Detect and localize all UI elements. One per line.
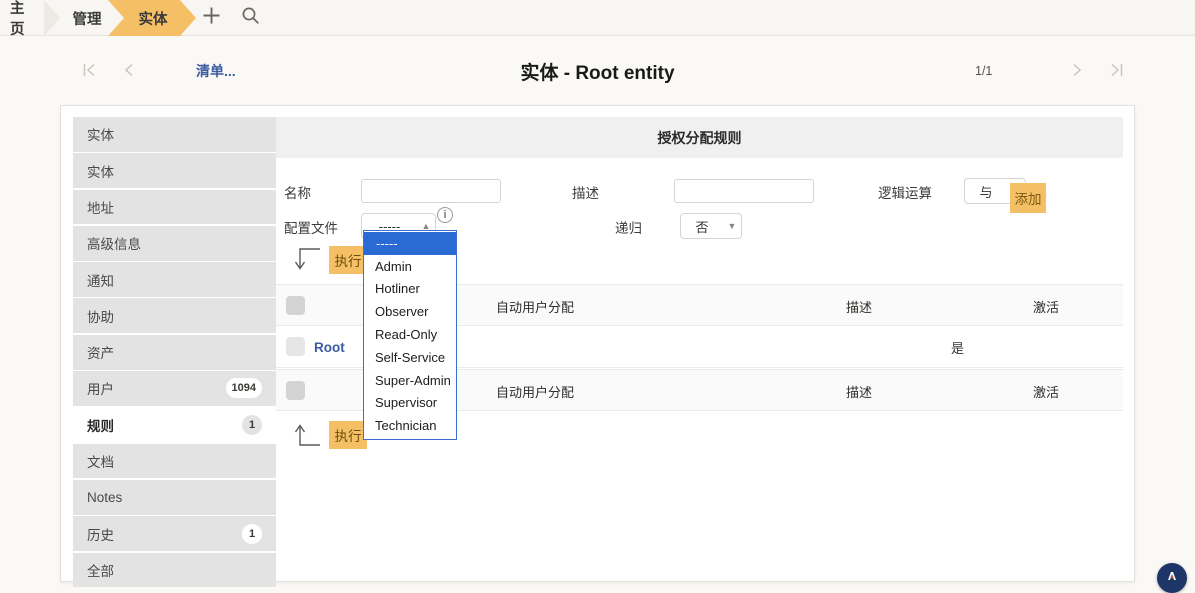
dropdown-option-3[interactable]: Observer bbox=[364, 300, 456, 323]
dropdown-option-7[interactable]: Supervisor bbox=[364, 392, 456, 415]
arrow-up-branch-icon bbox=[288, 421, 322, 449]
sidebar-item-badge: 1 bbox=[242, 523, 262, 544]
sidebar-item-label: 规则 bbox=[87, 418, 114, 434]
sidebar-item-label: 全部 bbox=[87, 563, 114, 579]
next-page-icon bbox=[1070, 59, 1084, 83]
sidebar-item-label: 高级信息 bbox=[87, 237, 141, 253]
profile-info-icon[interactable]: i bbox=[437, 207, 453, 223]
recursive-select[interactable]: 否 ▼ bbox=[680, 213, 742, 239]
cell-rule-active: 是 bbox=[951, 340, 965, 356]
dropdown-option-2[interactable]: Hotliner bbox=[364, 278, 456, 301]
breadcrumb-tab-bar: 主页 管理 实体 bbox=[0, 0, 1195, 38]
sidebar-item-label: 资产 bbox=[87, 346, 114, 362]
sidebar-item-6[interactable]: 资产 bbox=[73, 334, 276, 370]
column-header-auto-assign: 自动用户分配 bbox=[496, 299, 575, 315]
first-page-icon bbox=[82, 59, 96, 83]
select-all-checkbox-top[interactable] bbox=[286, 296, 305, 315]
logic-operator-value: 与 bbox=[979, 184, 993, 200]
dropdown-option-1[interactable]: Admin bbox=[364, 255, 456, 278]
search-icon bbox=[241, 6, 260, 30]
dropdown-option-4[interactable]: Read-Only bbox=[364, 323, 456, 346]
sidebar-item-label: 地址 bbox=[87, 200, 114, 216]
sidebar-item-1[interactable]: 实体 bbox=[73, 153, 276, 189]
list-link[interactable]: 清单... bbox=[196, 37, 236, 105]
info-glyph: i bbox=[443, 209, 447, 221]
page-counter: 1/1 bbox=[975, 64, 993, 78]
description-input[interactable] bbox=[674, 179, 814, 203]
sidebar-item-badge: 1094 bbox=[225, 378, 262, 399]
column-header-description: 描述 bbox=[846, 384, 873, 400]
description-label: 描述 bbox=[572, 186, 599, 201]
first-record-button[interactable] bbox=[72, 37, 106, 105]
dropdown-option-0[interactable]: ----- bbox=[364, 232, 456, 255]
dropdown-option-6[interactable]: Super-Admin bbox=[364, 369, 456, 392]
breadcrumb-label: 实体 bbox=[138, 11, 168, 28]
logic-operator-label: 逻辑运算 bbox=[878, 186, 932, 201]
sidebar-item-12[interactable]: 全部 bbox=[73, 552, 276, 588]
column-header-auto-assign: 自动用户分配 bbox=[496, 384, 575, 400]
name-input[interactable] bbox=[361, 179, 501, 203]
prev-record-button[interactable] bbox=[112, 37, 146, 105]
row-checkbox[interactable] bbox=[286, 337, 305, 356]
select-all-checkbox-bottom[interactable] bbox=[286, 381, 305, 400]
profile-label: 配置文件 bbox=[284, 221, 338, 236]
assistant-logo-icon bbox=[1165, 569, 1179, 588]
sidebar-item-0[interactable]: 实体 bbox=[73, 117, 276, 152]
sidebar-item-3[interactable]: 高级信息 bbox=[73, 225, 276, 261]
column-header-active: 激活 bbox=[1033, 384, 1060, 400]
breadcrumb-item-admin[interactable]: 管理 bbox=[62, 0, 112, 36]
record-navigation-header: 实体 - Root entity 清单... 1/1 bbox=[0, 37, 1195, 105]
sidebar-item-10[interactable]: Notes bbox=[73, 479, 276, 515]
execute-button-bottom[interactable]: 执行 bbox=[329, 421, 367, 449]
entity-sidebar: 实体 实体 地址 高级信息 通知 协助 资产 用户 1094 规则 1 文档 N… bbox=[73, 117, 276, 589]
add-tab-button[interactable] bbox=[194, 0, 228, 36]
arrow-down-branch-icon bbox=[288, 245, 322, 273]
cell-rule-name[interactable]: Root bbox=[314, 326, 345, 368]
sidebar-item-label: 文档 bbox=[87, 455, 114, 471]
last-record-button[interactable] bbox=[1100, 37, 1134, 105]
sidebar-item-8[interactable]: 规则 1 bbox=[73, 407, 276, 443]
column-header-description: 描述 bbox=[846, 299, 873, 315]
breadcrumb-item-entity[interactable]: 实体 bbox=[124, 0, 182, 36]
sidebar-item-4[interactable]: 通知 bbox=[73, 262, 276, 297]
sidebar-item-label: 历史 bbox=[87, 527, 114, 543]
sidebar-item-9[interactable]: 文档 bbox=[73, 443, 276, 479]
execute-button-top[interactable]: 执行 bbox=[329, 246, 367, 274]
column-header-active: 激活 bbox=[1033, 299, 1060, 315]
main-content-card: 实体 实体 地址 高级信息 通知 协助 资产 用户 1094 规则 1 文档 N… bbox=[60, 105, 1135, 588]
name-label: 名称 bbox=[284, 186, 311, 201]
recursive-label: 递归 bbox=[615, 221, 642, 236]
chevron-down-icon: ▼ bbox=[727, 221, 737, 231]
next-record-button[interactable] bbox=[1060, 37, 1094, 105]
sidebar-item-5[interactable]: 协助 bbox=[73, 298, 276, 334]
sidebar-item-2[interactable]: 地址 bbox=[73, 189, 276, 225]
profile-dropdown-list[interactable]: ----- Admin Hotliner Observer Read-Only … bbox=[363, 230, 457, 441]
dropdown-option-5[interactable]: Self-Service bbox=[364, 346, 456, 369]
panel-title: 授权分配规则 bbox=[276, 117, 1123, 158]
breadcrumb-label: 管理 bbox=[72, 11, 102, 28]
dropdown-option-8[interactable]: Technician bbox=[364, 414, 456, 437]
sidebar-item-label: 实体 bbox=[87, 128, 114, 144]
page-title: 实体 - Root entity bbox=[520, 62, 675, 84]
prev-page-icon bbox=[122, 59, 136, 83]
add-rule-button[interactable]: 添加 bbox=[1010, 183, 1046, 213]
recursive-value: 否 bbox=[695, 219, 709, 235]
sidebar-item-label: 实体 bbox=[87, 164, 114, 180]
assistant-fab-button[interactable] bbox=[1157, 563, 1187, 593]
breadcrumb-item-home[interactable]: 主页 bbox=[0, 0, 48, 38]
plus-icon bbox=[202, 6, 221, 30]
sidebar-item-11[interactable]: 历史 1 bbox=[73, 516, 276, 552]
breadcrumb-label: 主页 bbox=[10, 1, 25, 38]
sidebar-item-label: Notes bbox=[87, 489, 123, 505]
search-button[interactable] bbox=[233, 0, 267, 36]
sidebar-item-7[interactable]: 用户 1094 bbox=[73, 371, 276, 406]
sidebar-item-label: 用户 bbox=[87, 382, 114, 398]
last-page-icon bbox=[1110, 59, 1124, 83]
sidebar-item-badge: 1 bbox=[242, 414, 262, 435]
sidebar-item-label: 协助 bbox=[87, 309, 114, 325]
sidebar-item-label: 通知 bbox=[87, 273, 114, 289]
